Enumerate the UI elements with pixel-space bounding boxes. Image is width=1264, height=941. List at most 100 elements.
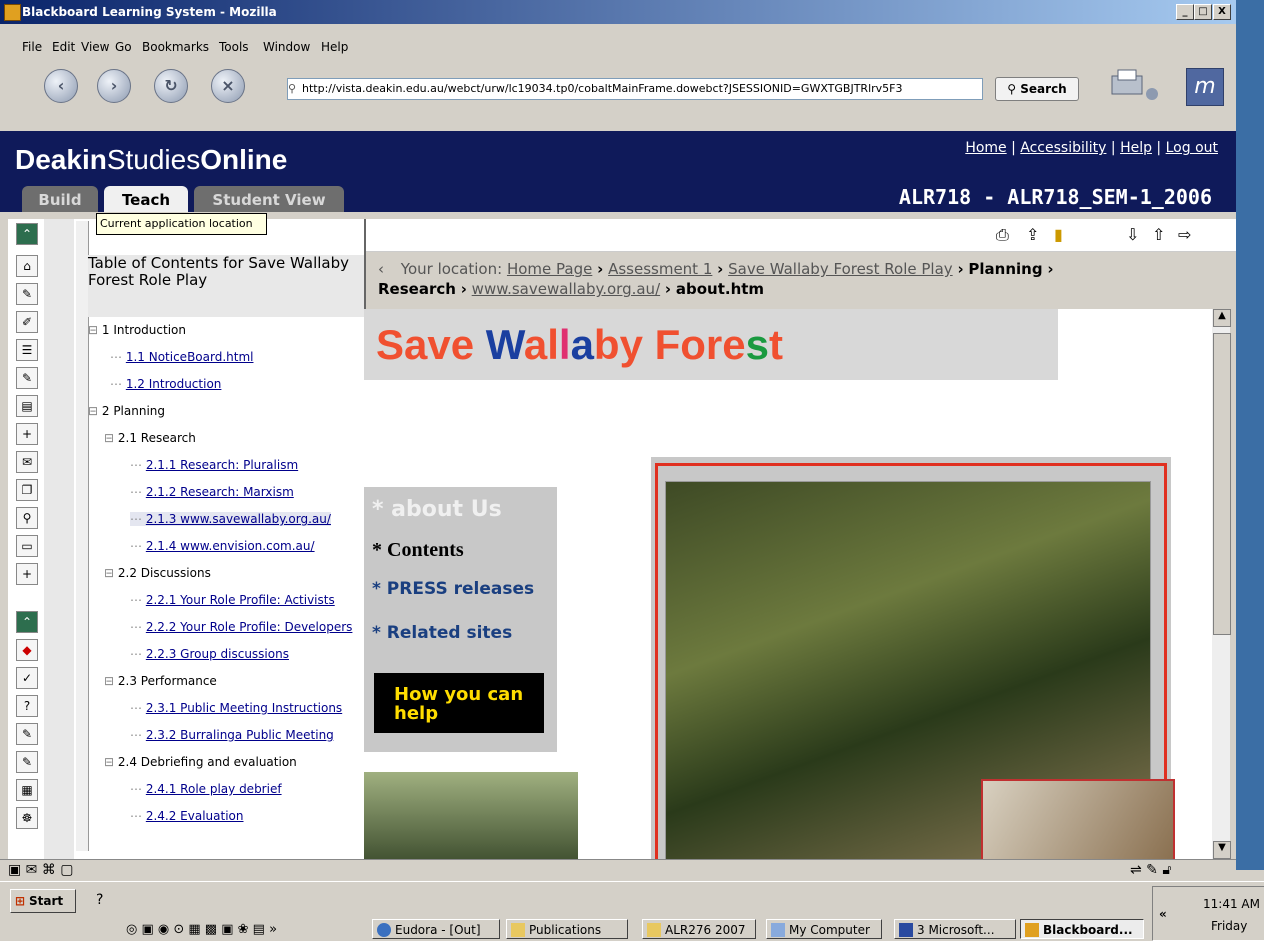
accessibility-link[interactable]: Accessibility [1020, 140, 1106, 156]
window-title-bar[interactable]: Blackboard Learning System - Mozilla _ □… [0, 0, 1236, 24]
bookmark-icon[interactable]: ▮ [1054, 225, 1063, 244]
task-alr276[interactable]: ALR276 2007 [642, 919, 756, 939]
quick-launch-icons[interactable]: ◎ ▣ ◉ ⊙ ▦ ▩ ▣ ❀ ▤ » [126, 922, 356, 937]
grades-icon[interactable]: ✎ [16, 751, 38, 773]
breadcrumb-back-icon[interactable]: ‹ [378, 259, 396, 279]
back-button[interactable]: ‹ [44, 69, 78, 103]
help-link[interactable]: Help [1120, 140, 1152, 156]
tab-student-view[interactable]: Student View [194, 186, 344, 212]
toc-link[interactable]: ⋯ 2.1.2 Research: Marxism [130, 485, 294, 499]
menu-contents[interactable]: * Contents [372, 539, 464, 562]
settings-icon[interactable]: ☸ [16, 807, 38, 829]
task-my-computer[interactable]: My Computer [766, 919, 882, 939]
tree-collapse-icon[interactable]: ⊟ [88, 404, 102, 418]
tab-teach[interactable]: Teach [104, 186, 188, 212]
tree-collapse-icon[interactable]: ⊟ [88, 323, 102, 337]
menu-view[interactable]: View [81, 40, 109, 54]
toc-link[interactable]: ⋯ 2.2.3 Group discussions [130, 647, 289, 661]
task-publications[interactable]: Publications [506, 919, 628, 939]
copy-icon[interactable]: ❐ [16, 479, 38, 501]
toc-item-label[interactable]: 2.2.3 Group discussions [146, 647, 289, 661]
toc-link[interactable]: ⋯ 2.1.3 www.savewallaby.org.au/ [130, 512, 331, 526]
reports-icon[interactable]: ▦ [16, 779, 38, 801]
menu-file[interactable]: File [22, 40, 42, 54]
toc-link[interactable]: ⋯ 2.3.2 Burralinga Public Meeting [130, 728, 334, 742]
tool-icon[interactable]: ✎ [16, 283, 38, 305]
menu-window[interactable]: Window [263, 40, 310, 54]
search-tool-icon[interactable]: ⚲ [16, 507, 38, 529]
print-icon[interactable]: ⎙ [996, 225, 1009, 245]
toc-item-label[interactable]: 2.1.2 Research: Marxism [146, 485, 294, 499]
menu-bookmarks[interactable]: Bookmarks [142, 40, 209, 54]
reload-button[interactable]: ↻ [154, 69, 188, 103]
menu-press-releases[interactable]: * PRESS releases [372, 579, 534, 599]
toc-link[interactable]: ⋯ 1.2 Introduction [110, 377, 221, 391]
toc-link[interactable]: ⋯ 2.1.1 Research: Pluralism [130, 458, 298, 472]
home-icon[interactable]: ⌂ [16, 255, 38, 277]
quiz-icon[interactable]: ? [16, 695, 38, 717]
tray-expand-icon[interactable]: « [1159, 907, 1167, 921]
breadcrumb-assessment[interactable]: Assessment 1 [608, 260, 712, 278]
toc-item-label[interactable]: 1.2 Introduction [126, 377, 222, 391]
breadcrumb-home[interactable]: Home Page [507, 260, 592, 278]
toc-link[interactable]: ⋯ 2.4.1 Role play debrief [130, 782, 282, 796]
export-icon[interactable]: ⇪ [1026, 225, 1039, 244]
toc-item-label[interactable]: 2.4.2 Evaluation [146, 809, 244, 823]
menu-go[interactable]: Go [115, 40, 132, 54]
toc-folder[interactable]: ⊟ 2.2 Discussions [104, 566, 211, 580]
tab-build[interactable]: Build [22, 186, 98, 212]
collapse-icon[interactable]: ⌃ [16, 611, 38, 633]
page-icon[interactable]: ▤ [16, 395, 38, 417]
url-field[interactable]: ⚲ http://vista.deakin.edu.au/webct/urw/lc… [287, 78, 983, 100]
toc-folder[interactable]: ⊟ 2.4 Debriefing and evaluation [104, 755, 297, 769]
menu-edit[interactable]: Edit [52, 40, 75, 54]
toc-item-label[interactable]: 2.2.1 Your Role Profile: Activists [146, 593, 335, 607]
toc-link[interactable]: ⋯ 2.2.2 Your Role Profile: Developers [130, 620, 352, 634]
toc-item-label[interactable]: 2.2.2 Your Role Profile: Developers [146, 620, 353, 634]
toc-link[interactable]: ⋯ 2.4.2 Evaluation [130, 809, 244, 823]
nav-prev-icon[interactable]: ⇩ [1126, 225, 1139, 244]
search-button[interactable]: ⚲ Search [995, 77, 1079, 101]
nav-next-icon[interactable]: ⇨ [1178, 225, 1191, 244]
toc-item-label[interactable]: 2.1.4 www.envision.com.au/ [146, 539, 315, 553]
minimize-button[interactable]: _ [1176, 4, 1194, 20]
menu-help[interactable]: Help [321, 40, 348, 54]
tree-collapse-icon[interactable]: ⊟ [104, 566, 118, 580]
toc-item-label[interactable]: 1.1 NoticeBoard.html [126, 350, 254, 364]
task-eudora[interactable]: Eudora - [Out] [372, 919, 500, 939]
stop-button[interactable]: × [211, 69, 245, 103]
help-tray-icon[interactable]: ? [96, 892, 103, 908]
menu-tools[interactable]: Tools [219, 40, 249, 54]
task-blackboard[interactable]: Blackboard... [1020, 919, 1144, 939]
menu-about-us[interactable]: * about Us [372, 497, 502, 522]
start-button[interactable]: ⊞ Start [10, 889, 76, 913]
menu-related-sites[interactable]: * Related sites [372, 623, 512, 643]
print-icon[interactable] [1108, 68, 1168, 104]
toc-item-label[interactable]: 2.1.3 www.savewallaby.org.au/ [146, 512, 331, 526]
nav-up-icon[interactable]: ⇧ [1152, 225, 1165, 244]
discussion-icon[interactable]: ☰ [16, 339, 38, 361]
toc-item-label[interactable]: 2.4.1 Role play debrief [146, 782, 282, 796]
tree-collapse-icon[interactable]: ⊟ [104, 755, 118, 769]
logout-link[interactable]: Log out [1166, 140, 1218, 156]
collapse-icon[interactable]: ⌃ [16, 223, 38, 245]
toc-link[interactable]: ⋯ 2.2.1 Your Role Profile: Activists [130, 593, 335, 607]
folder-icon[interactable]: ▭ [16, 535, 38, 557]
how-you-can-help-button[interactable]: How you can help [374, 673, 544, 733]
panel-divider[interactable] [44, 219, 74, 859]
breadcrumb-savewallaby[interactable]: www.savewallaby.org.au/ [472, 280, 660, 298]
tree-collapse-icon[interactable]: ⊟ [104, 431, 118, 445]
toc-link[interactable]: ⋯ 2.3.1 Public Meeting Instructions [130, 701, 342, 715]
forward-button[interactable]: › [97, 69, 131, 103]
toc-item-label[interactable]: 2.1.1 Research: Pluralism [146, 458, 298, 472]
add-group-icon[interactable]: + [16, 563, 38, 585]
close-button[interactable]: X [1213, 4, 1231, 20]
breadcrumb-roleplay[interactable]: Save Wallaby Forest Role Play [728, 260, 953, 278]
tracking-icon[interactable]: ✎ [16, 723, 38, 745]
toc-item-label[interactable]: 2.3.2 Burralinga Public Meeting [146, 728, 334, 742]
maximize-button[interactable]: □ [1194, 4, 1212, 20]
pin-icon[interactable]: ✐ [16, 311, 38, 333]
scroll-down-icon[interactable]: ▼ [1213, 841, 1231, 859]
toc-link[interactable]: ⋯ 1.1 NoticeBoard.html [110, 350, 253, 364]
content-scrollbar[interactable]: ▲ ▼ [1212, 309, 1231, 859]
